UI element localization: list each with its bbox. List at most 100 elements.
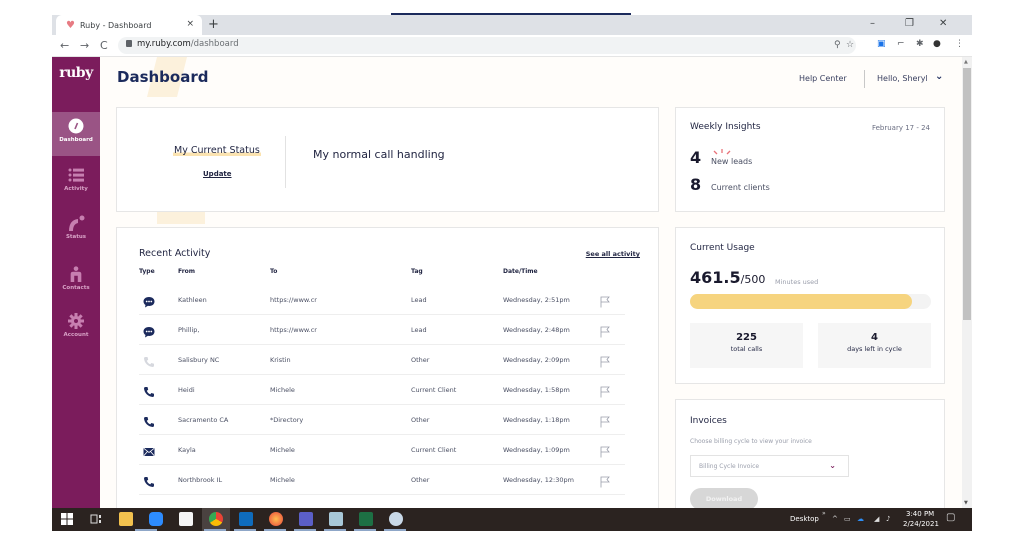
activity-cell-tag: Other [411,416,430,424]
gear-icon [68,313,84,329]
sidebar-label: Dashboard [59,137,93,143]
scroll-up-arrow-icon[interactable]: ▲ [964,59,968,65]
extension-icon[interactable]: ▣ [877,39,886,49]
zoom-app-icon[interactable] [149,512,163,526]
extension-icon-2[interactable]: ⌐ [897,39,905,49]
update-status-link[interactable]: Update [203,170,232,178]
minutes-used-value: 461.5/500 [690,268,766,287]
phone-icon [143,383,155,397]
sidebar: ruby Dashboard Activity Status Contacts … [52,57,100,508]
flag-icon[interactable] [599,413,611,428]
flag-icon[interactable] [599,473,611,488]
battery-icon[interactable]: ▭ [844,515,851,523]
activity-row[interactable]: Kayla Michele Current Client Wednesday, 1:0… [139,435,625,465]
activity-cell-datetime: Wednesday, 1:09pm [503,446,570,454]
desktop-toolbar-label[interactable]: Desktop [790,515,819,523]
zoom-magnifier-icon[interactable]: ⚲ [834,40,841,50]
address-bar[interactable]: my.ruby.com/dashboard ⚲ ☆ [118,37,856,54]
billing-cycle-value: Billing Cycle Invoice [699,463,760,470]
tray-chevron-up-icon[interactable]: ^ [832,515,838,523]
forward-button[interactable]: → [80,39,89,52]
clock-time[interactable]: 3:40 PM [906,510,934,518]
lock-icon [126,40,132,47]
sidebar-item-status[interactable]: Status [52,209,100,253]
minimize-button[interactable]: – [870,18,875,29]
current-usage-title: Current Usage [690,243,755,253]
download-button[interactable]: Download [690,488,758,508]
notification-center-icon[interactable]: ▢ [946,512,955,523]
page-title: Dashboard [117,68,209,86]
flag-icon[interactable] [599,293,611,308]
column-header-to: To [270,268,278,275]
current-clients-count: 8 [690,175,702,194]
scroll-down-arrow-icon[interactable]: ▼ [964,500,968,506]
windows-start-icon[interactable] [60,512,74,526]
running-indicator [234,529,256,531]
bookmark-star-icon[interactable]: ☆ [846,40,854,50]
see-all-activity-link[interactable]: See all activity [586,250,640,258]
sidebar-item-contacts[interactable]: Contacts [52,260,100,304]
column-header-datetime: Date/Time [503,268,538,275]
activity-row[interactable]: Phillip, https://www.cr Lead Wednesday, 2:4… [139,315,625,345]
column-header-from: From [178,268,196,275]
activity-row[interactable]: Kathleen https://www.cr Lead Wednesday, 2:5… [139,285,625,315]
back-button[interactable]: ← [60,39,69,52]
notepad-icon[interactable] [329,512,343,526]
activity-row[interactable]: Sacramento CA *Directory Other Wednesday, 1… [139,405,625,435]
activity-row[interactable]: Northbrook IL Michele Other Wednesday, 12:3… [139,465,625,495]
browser-toolbar: ← → C my.ruby.com/dashboard ⚲ ☆ ▣ ⌐ ✱ ● … [52,35,972,57]
recent-activity-card: Recent Activity See all activity Type Fr… [116,227,659,508]
toolbar-expand-icon[interactable]: » [822,510,826,517]
paint-icon[interactable] [389,512,403,526]
ruby-heart-favicon-icon: ♥ [66,19,75,31]
chrome-icon[interactable] [209,512,223,526]
current-clients-label: Current clients [711,183,770,192]
weekly-insights-date-range: February 17 - 24 [871,124,930,132]
sidebar-item-dashboard[interactable]: Dashboard [52,112,100,156]
extensions-puzzle-icon[interactable]: ✱ [916,39,924,49]
volume-icon[interactable]: ♪ [886,515,890,523]
sidebar-item-account[interactable]: Account [52,307,100,351]
onedrive-cloud-icon[interactable]: ☁ [857,515,864,523]
user-greeting-menu[interactable]: Hello, Sheryl [877,74,928,83]
profile-avatar-icon[interactable]: ● [933,39,941,49]
outlook-icon[interactable] [239,512,253,526]
tab-title: Ruby - Dashboard [79,20,152,30]
ruby-logo[interactable]: ruby [52,65,100,81]
help-center-link[interactable]: Help Center [799,74,847,83]
flag-icon[interactable] [599,443,611,458]
wifi-icon[interactable]: ◢ [874,515,879,523]
firefox-icon[interactable] [269,512,283,526]
sidebar-item-activity[interactable]: Activity [52,161,100,205]
activity-cell-to: https://www.cr [270,326,317,334]
phone-icon [143,413,155,427]
new-tab-button[interactable]: + [208,17,219,32]
scroll-thumb[interactable] [963,68,971,320]
reload-button[interactable]: C [100,39,108,52]
sidebar-label: Status [65,234,87,240]
excel-icon[interactable] [359,512,373,526]
flag-icon[interactable] [599,323,611,338]
activity-row[interactable]: Salisbury NC Kristin Other Wednesday, 2:09p… [139,345,625,375]
activity-cell-from: Kayla [178,446,196,454]
activity-row[interactable]: Heidi Michele Current Client Wednesday, 1:5… [139,375,625,405]
usage-progress-bar [690,294,931,309]
maximize-button[interactable]: ❐ [905,18,914,29]
chevron-down-icon[interactable]: ⌄ [935,71,943,82]
flag-icon[interactable] [599,383,611,398]
close-window-button[interactable]: ✕ [939,18,947,29]
billing-cycle-select[interactable]: Billing Cycle Invoice ⌄ [690,455,849,477]
task-view-icon[interactable] [89,512,103,526]
file-explorer-icon[interactable] [119,512,133,526]
flag-icon[interactable] [599,353,611,368]
chat-bubble-icon [143,323,155,338]
activity-cell-from: Sacramento CA [178,416,229,424]
clock-date[interactable]: 2/24/2021 [903,520,939,528]
tab-close-icon[interactable]: × [186,19,194,29]
app-icon[interactable] [179,512,193,526]
menu-kebab-icon[interactable]: ⋮ [955,39,964,49]
page-scrollbar[interactable]: ▲ ▼ [962,57,972,508]
activity-cell-tag: Other [411,476,430,484]
browser-tab[interactable]: ♥ Ruby - Dashboard × [56,15,202,35]
teams-icon[interactable] [299,512,313,526]
